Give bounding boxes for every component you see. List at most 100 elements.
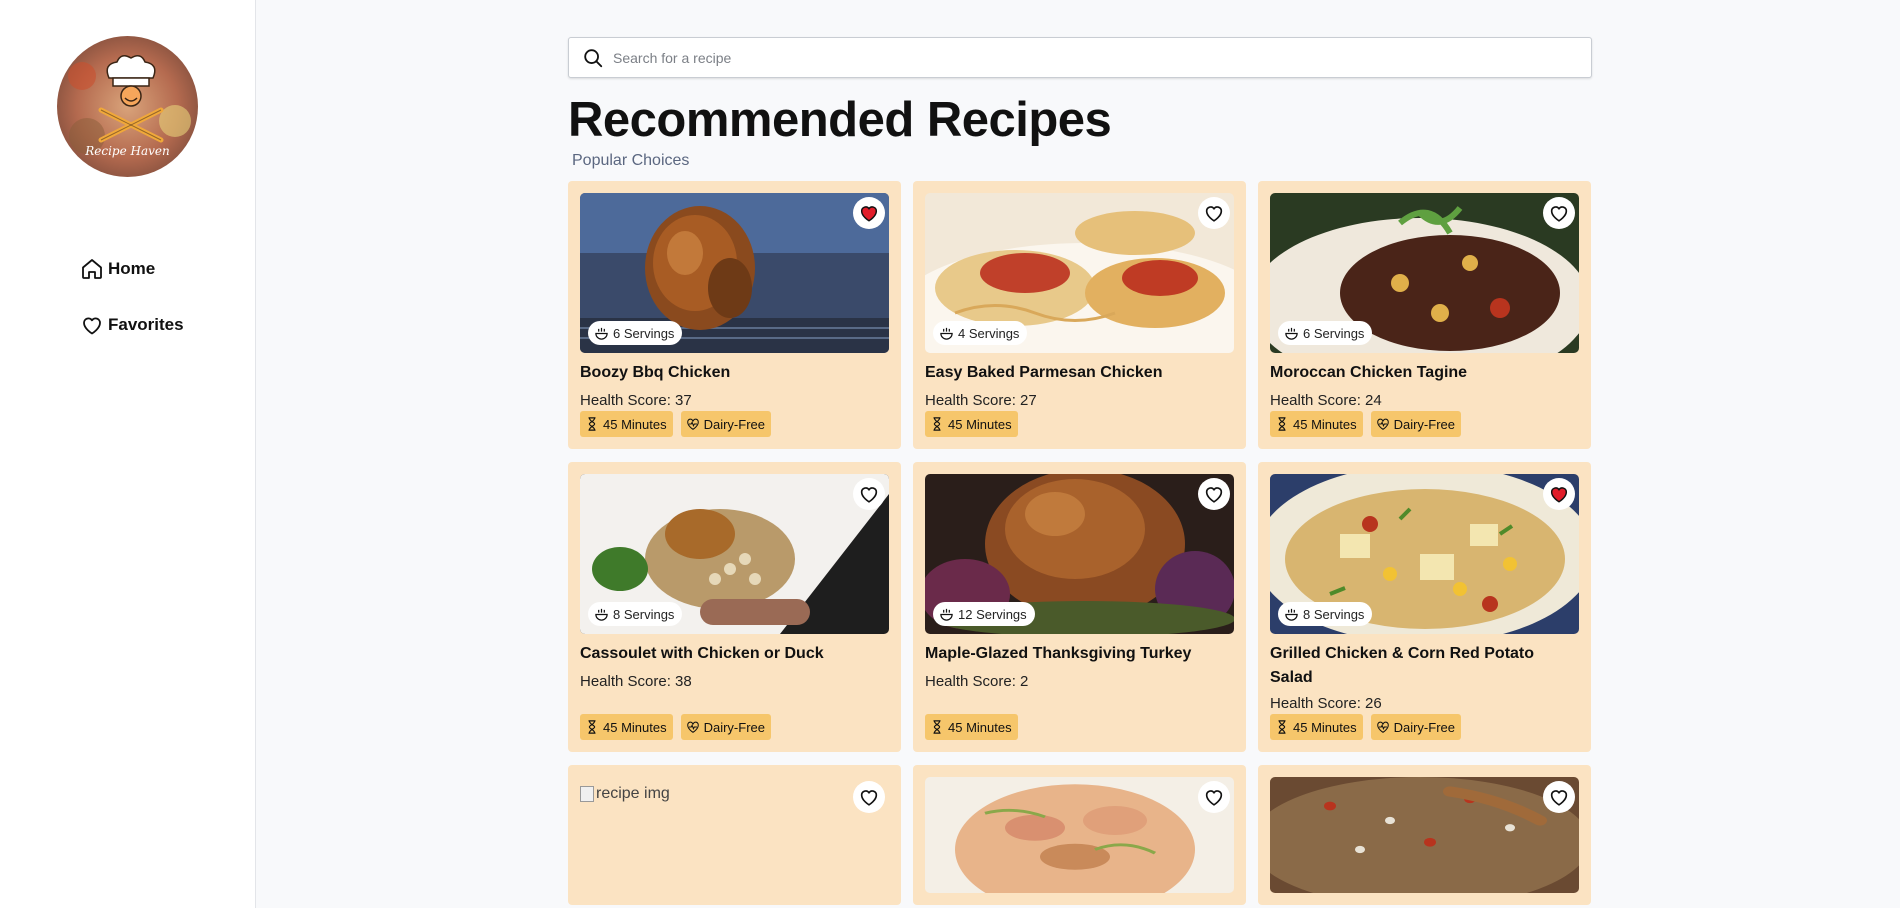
hourglass-icon	[588, 720, 596, 734]
time-tag: 45 Minutes	[580, 411, 673, 437]
time-text: 45 Minutes	[603, 416, 667, 432]
hourglass-icon	[933, 720, 941, 734]
heart-outline-icon	[1550, 790, 1568, 806]
favorite-button[interactable]	[853, 781, 885, 813]
servings-badge: 12 Servings	[933, 602, 1035, 626]
diet-tag: Dairy-Free	[1370, 411, 1461, 437]
broken-image-placeholder: recipe img	[580, 785, 670, 803]
health-score: Health Score: 37	[580, 392, 692, 409]
recipe-title[interactable]: Moroccan Chicken Tagine	[1270, 361, 1579, 385]
sidebar-item-favorites[interactable]: Favorites	[80, 312, 184, 338]
favorite-button[interactable]	[1198, 197, 1230, 229]
page-subtitle: Popular Choices	[572, 152, 690, 169]
recipe-card[interactable]: 8 Servings Cassoulet with Chicken or Duc…	[568, 462, 901, 752]
time-text: 45 Minutes	[1293, 416, 1357, 432]
sidebar-nav: Home Favorites	[80, 256, 184, 368]
favorite-button[interactable]	[1198, 478, 1230, 510]
health-score: Health Score: 24	[1270, 392, 1382, 409]
bowl-icon	[940, 327, 953, 340]
hourglass-icon	[588, 417, 596, 431]
heart-outline-icon	[1205, 206, 1223, 222]
recipe-image: recipe img	[580, 777, 889, 893]
sidebar-item-home[interactable]: Home	[80, 256, 184, 282]
servings-text: 12 Servings	[958, 606, 1027, 622]
heart-pulse-icon	[686, 721, 699, 733]
heart-filled-icon	[860, 206, 878, 222]
recipe-title[interactable]: Easy Baked Parmesan Chicken	[925, 361, 1234, 385]
recipe-card[interactable]: 4 Servings Easy Baked Parmesan Chicken H…	[913, 181, 1246, 449]
favorite-button[interactable]	[1543, 478, 1575, 510]
page-title: Recommended Recipes	[568, 93, 1112, 147]
heart-outline-icon	[1205, 487, 1223, 503]
search-bar[interactable]	[568, 37, 1592, 78]
hourglass-icon	[933, 417, 941, 431]
sidebar-item-label: Favorites	[108, 315, 184, 334]
health-score: Health Score: 2	[925, 673, 1029, 690]
sidebar-item-label: Home	[108, 259, 156, 278]
bowl-icon	[595, 327, 608, 340]
broken-image-icon	[580, 786, 594, 802]
health-score: Health Score: 27	[925, 392, 1037, 409]
recipe-card[interactable]: 6 Servings Moroccan Chicken Tagine Healt…	[1258, 181, 1591, 449]
recipe-title[interactable]: Boozy Bbq Chicken	[580, 361, 889, 385]
diet-tag: Dairy-Free	[680, 714, 771, 740]
heart-outline-icon	[860, 790, 878, 806]
recipe-title[interactable]: Maple-Glazed Thanksgiving Turkey	[925, 642, 1234, 666]
recipe-tags: 45 Minutes Dairy-Free	[580, 411, 889, 437]
servings-text: 6 Servings	[613, 325, 675, 341]
servings-badge: 4 Servings	[933, 321, 1028, 345]
search-icon	[584, 48, 603, 67]
recipe-title[interactable]: Grilled Chicken & Corn Red Potato Salad	[1270, 642, 1579, 690]
recipe-image	[925, 777, 1234, 893]
favorite-button[interactable]	[853, 197, 885, 229]
recipe-card[interactable]: recipe img	[568, 765, 901, 905]
recipe-image: 6 Servings	[1270, 193, 1579, 353]
heart-outline-icon	[1205, 790, 1223, 806]
heart-pulse-icon	[1376, 721, 1389, 733]
logo-text: Recipe Haven	[85, 144, 170, 158]
servings-badge: 8 Servings	[1278, 602, 1373, 626]
recipe-card[interactable]: 6 Servings Boozy Bbq Chicken Health Scor…	[568, 181, 901, 449]
favorite-button[interactable]	[1198, 781, 1230, 813]
recipe-grid: 6 Servings Boozy Bbq Chicken Health Scor…	[568, 181, 1592, 905]
recipe-tags: 45 Minutes Dairy-Free	[1270, 411, 1579, 437]
diet-text: Dairy-Free	[703, 416, 765, 432]
hourglass-icon	[1278, 720, 1286, 734]
recipe-tags: 45 Minutes Dairy-Free	[580, 714, 889, 740]
servings-badge: 8 Servings	[588, 602, 683, 626]
hourglass-icon	[1278, 417, 1286, 431]
heart-pulse-icon	[1376, 418, 1389, 430]
favorite-button[interactable]	[1543, 781, 1575, 813]
recipe-card[interactable]: 12 Servings Maple-Glazed Thanksgiving Tu…	[913, 462, 1246, 752]
search-input[interactable]	[613, 49, 1513, 66]
favorite-button[interactable]	[853, 478, 885, 510]
time-tag: 45 Minutes	[925, 714, 1018, 740]
time-text: 45 Minutes	[1293, 719, 1357, 735]
heart-outline-icon	[1550, 206, 1568, 222]
servings-badge: 6 Servings	[588, 321, 683, 345]
recipe-haven-logo[interactable]: Recipe Haven	[57, 36, 198, 177]
recipe-title[interactable]: Cassoulet with Chicken or Duck	[580, 642, 889, 666]
favorite-button[interactable]	[1543, 197, 1575, 229]
recipe-image	[1270, 777, 1579, 893]
diet-text: Dairy-Free	[1393, 416, 1455, 432]
recipe-tags: 45 Minutes	[925, 714, 1234, 740]
time-tag: 45 Minutes	[580, 714, 673, 740]
time-tag: 45 Minutes	[925, 411, 1018, 437]
recipe-card[interactable]	[1258, 765, 1591, 905]
recipe-card[interactable]: 8 Servings Grilled Chicken & Corn Red Po…	[1258, 462, 1591, 752]
servings-text: 8 Servings	[613, 606, 675, 622]
recipe-image: 12 Servings	[925, 474, 1234, 634]
time-tag: 45 Minutes	[1270, 411, 1363, 437]
recipe-tags: 45 Minutes	[925, 411, 1234, 437]
recipe-card[interactable]	[913, 765, 1246, 905]
time-text: 45 Minutes	[948, 416, 1012, 432]
bowl-icon	[1285, 327, 1298, 340]
heart-filled-icon	[1550, 487, 1568, 503]
diet-text: Dairy-Free	[703, 719, 765, 735]
recipe-image: 8 Servings	[1270, 474, 1579, 634]
pasta-image	[925, 777, 1234, 893]
bowl-icon	[940, 608, 953, 621]
image-alt-text: recipe img	[596, 785, 670, 802]
diet-text: Dairy-Free	[1393, 719, 1455, 735]
